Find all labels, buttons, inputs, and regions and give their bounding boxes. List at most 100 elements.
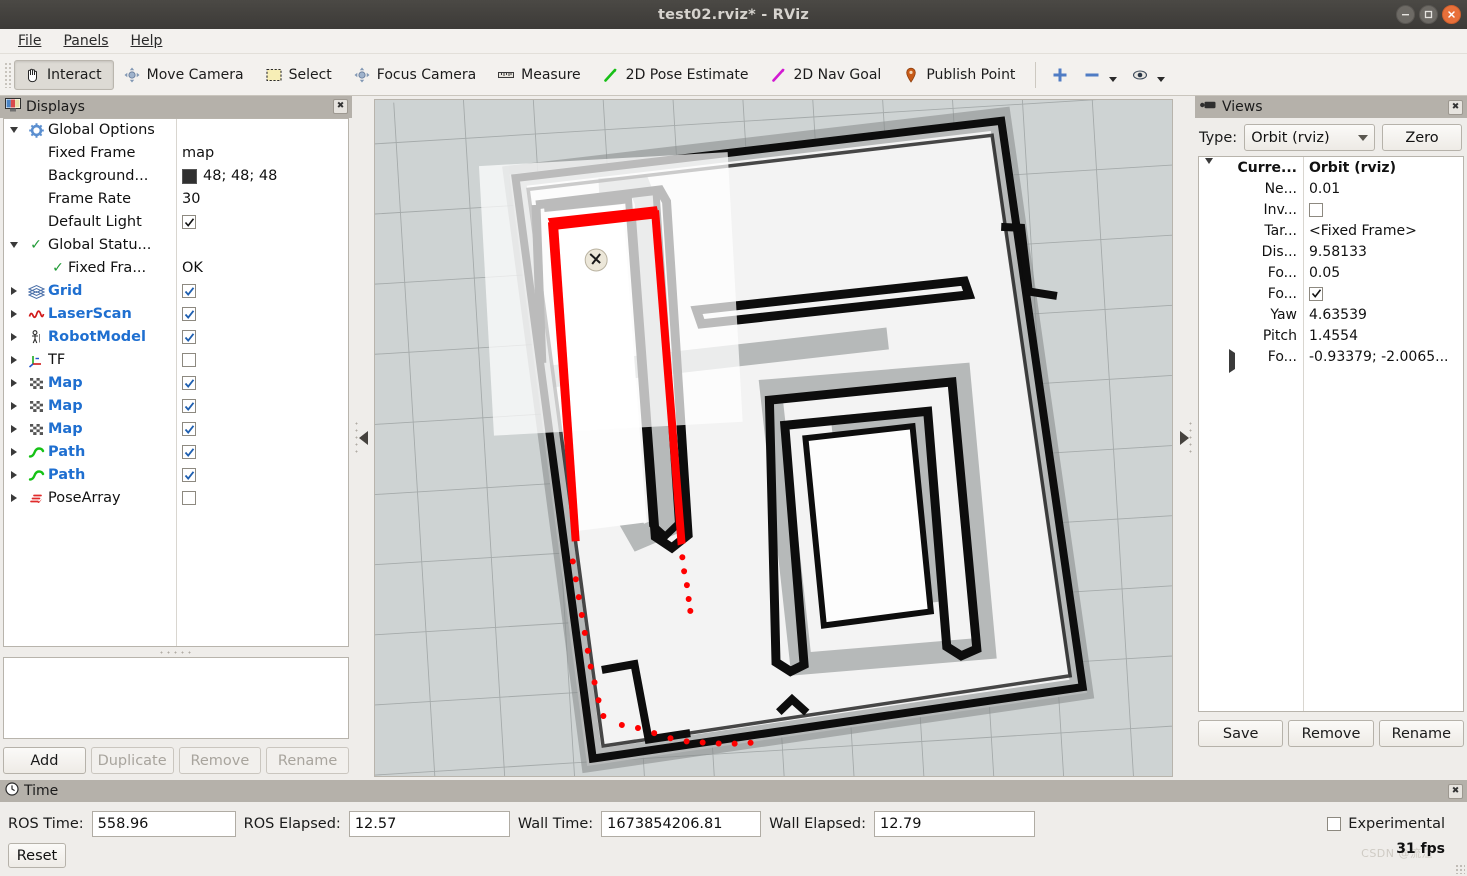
tree-value[interactable] [182,376,196,391]
tool-interact[interactable]: Interact [14,59,114,90]
tool-measure[interactable]: Measure [488,60,593,90]
laserscan-checkbox[interactable] [182,307,196,322]
views-row-target-frame[interactable]: Tar... <Fixed Frame> [1199,220,1463,241]
tree-value[interactable] [182,284,196,299]
wall-time-input[interactable]: 1673854206.81 [601,811,762,837]
path-checkbox[interactable] [182,445,196,460]
tree-row-background-color[interactable]: Background... 48; 48; 48 [4,165,348,188]
tree-row-tf[interactable]: TF [4,349,348,372]
ros-elapsed-input[interactable]: 12.57 [348,811,510,837]
tree-row-path[interactable]: Path [4,464,348,487]
focal-shape-fixed-checkbox[interactable] [1309,286,1323,301]
reset-button[interactable]: Reset [8,843,66,868]
tree-row-grid[interactable]: Grid [4,280,348,303]
expander-right-icon[interactable] [4,425,24,434]
views-row-yaw[interactable]: Yaw 4.63539 [1199,304,1463,325]
close-button[interactable] [1442,5,1461,24]
menu-panels[interactable]: Panels [53,30,118,52]
views-row-distance[interactable]: Dis... 9.58133 [1199,241,1463,262]
expander-down-icon[interactable] [4,127,24,134]
collapse-right-arrow-icon[interactable] [1179,431,1189,445]
tool-remove-panel[interactable] [1076,61,1124,89]
grid-checkbox[interactable] [182,284,196,299]
add-display-button[interactable]: Add [3,747,86,774]
right-panel-splitter[interactable] [1173,96,1195,780]
views-row-invert-z[interactable]: Inv... [1199,199,1463,220]
tree-value[interactable] [182,491,196,506]
expander-right-icon[interactable] [4,448,24,457]
expander-down-icon[interactable] [4,242,24,249]
tree-value[interactable] [182,215,196,230]
tool-add-panel[interactable] [1044,61,1076,89]
map-checkbox[interactable] [182,376,196,391]
displays-tree[interactable]: Global Options Fixed Frame map Backgroun… [3,117,349,648]
tree-row-global-options[interactable]: Global Options [4,119,348,142]
views-close-icon[interactable]: ✖ [1448,99,1463,115]
tree-value[interactable]: 30 [182,191,200,207]
displays-close-icon[interactable]: ✖ [333,99,348,115]
tool-move-camera[interactable]: Move Camera [114,60,256,90]
chevron-down-icon[interactable] [1157,76,1166,82]
ros-time-input[interactable]: 558.96 [91,811,236,837]
rename-view-button[interactable]: Rename [1378,720,1464,747]
views-row-focal-shape-size[interactable]: Fo... 0.05 [1199,262,1463,283]
tree-value[interactable] [182,307,196,322]
path-checkbox[interactable] [182,468,196,483]
menu-help[interactable]: Help [121,30,173,52]
expander-right-icon[interactable] [4,402,24,411]
tree-row-map[interactable]: Map [4,372,348,395]
tree-value[interactable]: map [182,145,214,161]
tree-row-map[interactable]: Map [4,395,348,418]
chevron-down-icon[interactable] [1109,76,1118,82]
views-row-focal-point[interactable]: Fo... -0.93379; -2.0065... [1199,346,1463,373]
zero-button[interactable]: Zero [1382,124,1462,151]
tree-row-default-light[interactable]: Default Light [4,211,348,234]
experimental-checkbox[interactable] [1327,817,1342,831]
tree-value[interactable] [182,468,196,483]
tool-visibility[interactable] [1124,61,1172,89]
toolbar-grip[interactable] [4,61,12,88]
tree-value[interactable] [182,330,196,345]
menu-file[interactable]: File [8,30,51,52]
tool-2d-pose-estimate[interactable]: 2D Pose Estimate [593,60,761,90]
wall-elapsed-input[interactable]: 12.79 [873,811,1035,837]
tree-value[interactable] [182,422,196,437]
expander-right-icon[interactable] [4,356,24,365]
map-checkbox[interactable] [182,422,196,437]
minimize-button[interactable] [1396,5,1415,24]
duplicate-display-button[interactable]: Duplicate [90,747,174,774]
remove-display-button[interactable]: Remove [178,747,262,774]
expander-right-icon[interactable] [4,494,24,503]
views-row-pitch[interactable]: Pitch 1.4554 [1199,325,1463,346]
expander-right-icon[interactable] [4,471,24,480]
robotmodel-checkbox[interactable] [182,330,196,345]
tree-row-fixed-frame-status[interactable]: ✓ Fixed Fra... OK [4,257,348,280]
expander-right-icon[interactable] [4,379,24,388]
remove-view-button[interactable]: Remove [1288,720,1374,747]
invert-z-checkbox[interactable] [1309,202,1323,217]
tool-focus-camera[interactable]: Focus Camera [344,60,488,90]
save-view-button[interactable]: Save [1198,720,1284,747]
tree-value[interactable] [182,399,196,414]
tf-checkbox[interactable] [182,353,196,368]
tree-row-robotmodel[interactable]: RobotModel [4,326,348,349]
tree-row-path[interactable]: Path [4,441,348,464]
posearray-checkbox[interactable] [182,491,196,506]
tree-row-global-status[interactable]: ✓ Global Statu... [4,234,348,257]
tree-row-laserscan[interactable]: LaserScan [4,303,348,326]
expander-right-icon[interactable] [1229,349,1235,373]
experimental-toggle[interactable]: Experimental [1327,816,1445,832]
tool-select[interactable]: Select [256,60,344,90]
collapse-left-arrow-icon[interactable] [358,431,368,445]
expander-right-icon[interactable] [4,333,24,342]
tree-row-posearray[interactable]: PoseArray [4,487,348,510]
tree-value[interactable] [182,445,196,460]
views-row-current-view[interactable]: Curre... Orbit (rviz) [1199,157,1463,180]
render-viewport[interactable] [374,99,1173,777]
tree-row-frame-rate[interactable]: Frame Rate 30 [4,188,348,211]
expander-right-icon[interactable] [4,310,24,319]
window-resize-grip[interactable] [1455,864,1465,874]
maximize-button[interactable] [1419,5,1438,24]
views-property-tree[interactable]: Curre... Orbit (rviz) Ne... 0.01 Inv... … [1198,156,1464,712]
default-light-checkbox[interactable] [182,215,196,230]
